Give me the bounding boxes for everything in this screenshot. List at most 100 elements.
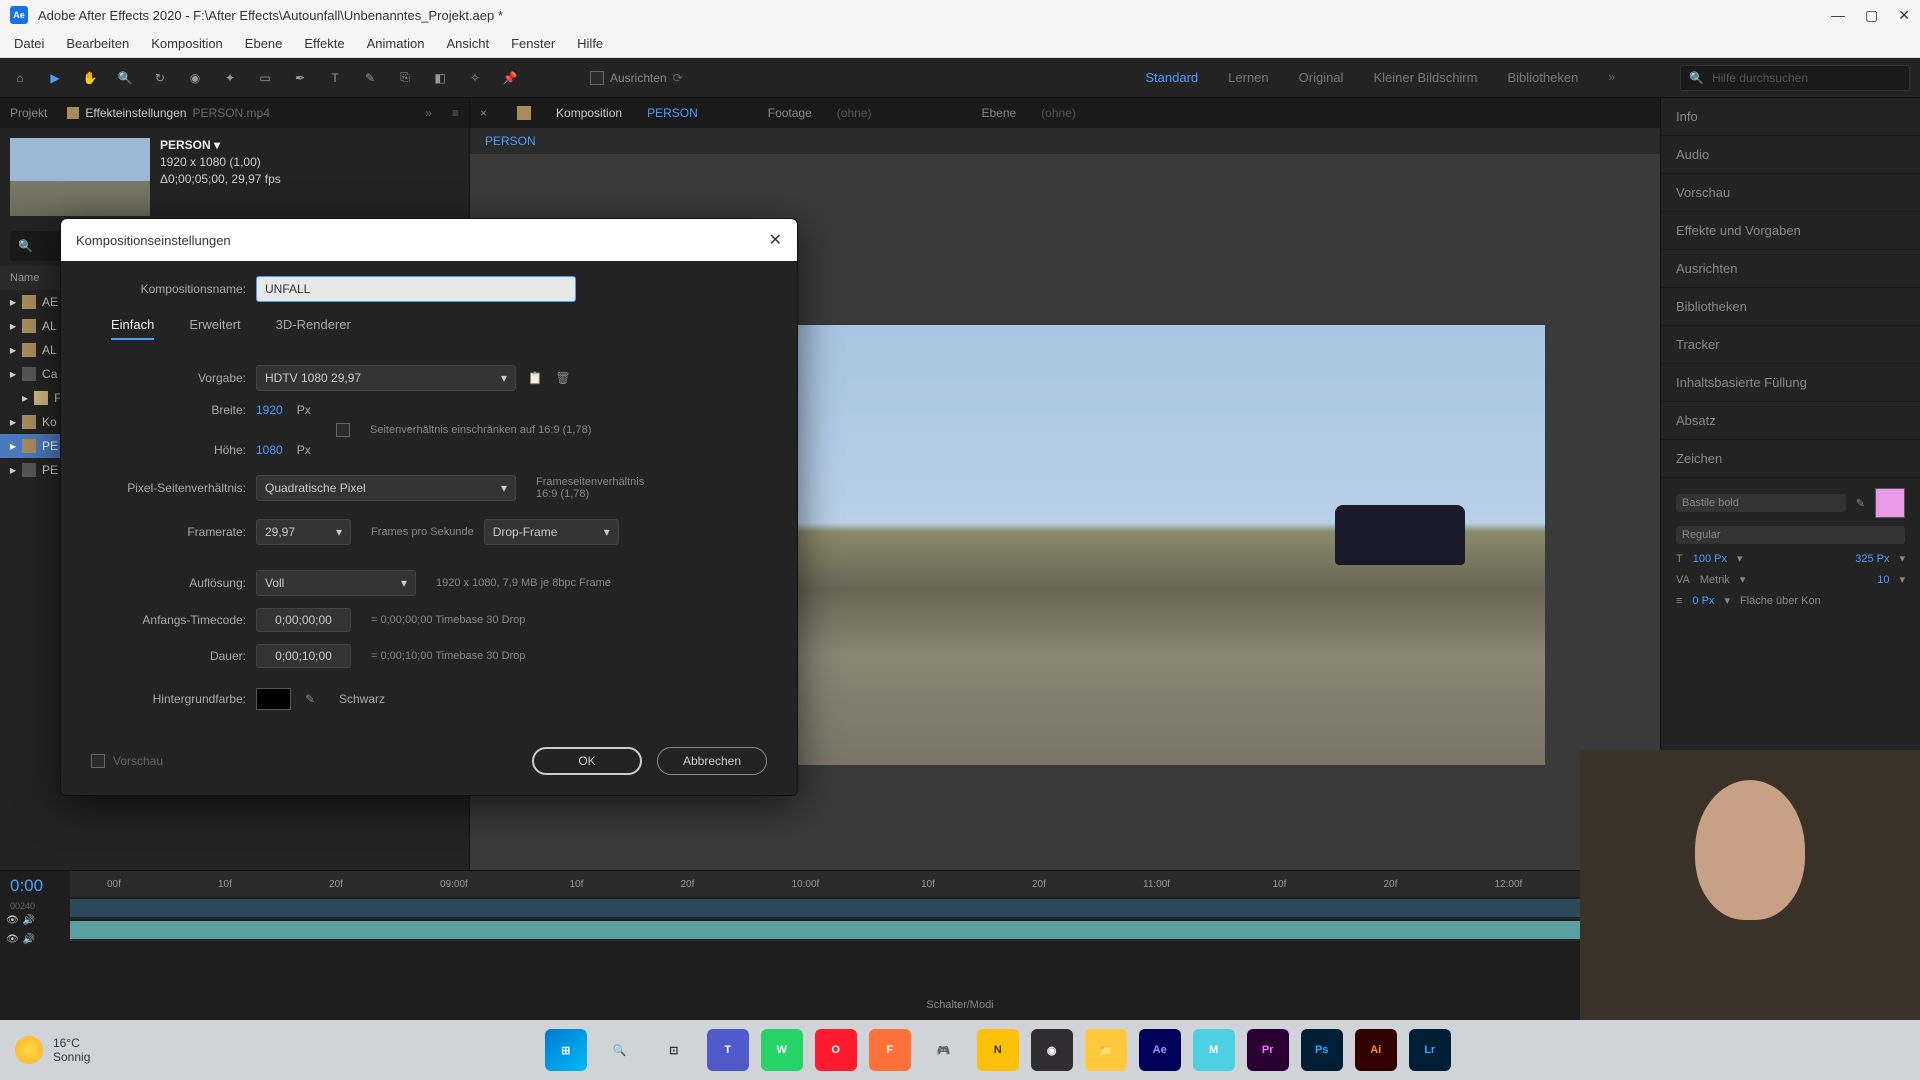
weather-widget[interactable]: 16°C Sonnig: [15, 1036, 90, 1064]
tab-project[interactable]: Projekt: [10, 106, 47, 120]
menu-bearbeiten[interactable]: Bearbeiten: [56, 32, 139, 55]
tab-effects[interactable]: Effekteinstellungen: [85, 106, 186, 120]
cancel-button[interactable]: Abbrechen: [657, 747, 767, 775]
roto-tool-icon[interactable]: ✧: [465, 68, 485, 88]
pen-tool-icon[interactable]: ✒: [290, 68, 310, 88]
panel-effekte[interactable]: Effekte und Vorgaben: [1661, 212, 1920, 250]
dropframe-dropdown[interactable]: Drop-Frame▾: [484, 519, 619, 545]
help-search[interactable]: 🔍 Hilfe durchsuchen: [1680, 65, 1910, 91]
duration-input[interactable]: 0;00;10;00: [256, 644, 351, 668]
menu-animation[interactable]: Animation: [357, 32, 435, 55]
menu-datei[interactable]: Datei: [4, 32, 54, 55]
eyedropper-icon[interactable]: ✎: [301, 690, 319, 708]
menu-hilfe[interactable]: Hilfe: [567, 32, 613, 55]
panel-bibliotheken[interactable]: Bibliotheken: [1661, 288, 1920, 326]
comp-tab-label[interactable]: Komposition: [556, 106, 622, 120]
whatsapp-icon[interactable]: W: [761, 1029, 803, 1071]
audio-icon[interactable]: 🔊: [23, 934, 35, 945]
stroke-width[interactable]: 0 Px: [1692, 595, 1714, 607]
style-dropdown[interactable]: Regular: [1676, 526, 1905, 544]
anchor-tool-icon[interactable]: ✦: [220, 68, 240, 88]
shape-tool-icon[interactable]: ▭: [255, 68, 275, 88]
panel-ausrichten[interactable]: Ausrichten: [1661, 250, 1920, 288]
menu-komposition[interactable]: Komposition: [141, 32, 233, 55]
firefox-icon[interactable]: F: [869, 1029, 911, 1071]
fill-color-swatch[interactable]: [1875, 488, 1905, 518]
preset-dropdown[interactable]: HDTV 1080 29,97▾: [256, 365, 516, 391]
illustrator-icon[interactable]: Ai: [1355, 1029, 1397, 1071]
brush-tool-icon[interactable]: ✎: [360, 68, 380, 88]
eyedropper-icon[interactable]: ✎: [1856, 497, 1865, 510]
panel-zeichen[interactable]: Zeichen: [1661, 440, 1920, 478]
tab-3d-renderer[interactable]: 3D-Renderer: [276, 317, 351, 340]
panel-absatz[interactable]: Absatz: [1661, 402, 1920, 440]
ok-button[interactable]: OK: [532, 747, 642, 775]
switches-label[interactable]: Schalter/Modi: [926, 999, 993, 1011]
hand-tool-icon[interactable]: ✋: [80, 68, 100, 88]
tracking-value[interactable]: 10: [1877, 574, 1889, 586]
align-checkbox[interactable]: [590, 71, 604, 85]
project-thumbnail[interactable]: [10, 138, 150, 216]
maximize-button[interactable]: ▢: [1865, 7, 1878, 24]
fill-over-stroke[interactable]: Fläche über Kon: [1740, 595, 1821, 607]
explorer-icon[interactable]: 📁: [1085, 1029, 1127, 1071]
menu-effekte[interactable]: Effekte: [294, 32, 354, 55]
panel-info[interactable]: Info: [1661, 98, 1920, 136]
visibility-icon[interactable]: 👁: [6, 915, 19, 926]
teams-icon[interactable]: T: [707, 1029, 749, 1071]
selection-tool-icon[interactable]: ▶: [45, 68, 65, 88]
bg-color-swatch[interactable]: [256, 688, 291, 710]
zoom-tool-icon[interactable]: 🔍: [115, 68, 135, 88]
panel-audio[interactable]: Audio: [1661, 136, 1920, 174]
home-icon[interactable]: ⌂: [10, 68, 30, 88]
menu-ansicht[interactable]: Ansicht: [436, 32, 499, 55]
footage-tab[interactable]: Footage: [768, 106, 812, 120]
height-input[interactable]: 1080: [256, 443, 283, 457]
obs-icon[interactable]: ◉: [1031, 1029, 1073, 1071]
comp-name-input[interactable]: [256, 276, 576, 302]
puppet-tool-icon[interactable]: 📌: [500, 68, 520, 88]
framerate-dropdown[interactable]: 29,97▾: [256, 519, 351, 545]
eraser-tool-icon[interactable]: ◧: [430, 68, 450, 88]
opera-icon[interactable]: O: [815, 1029, 857, 1071]
clone-tool-icon[interactable]: ⎘: [395, 68, 415, 88]
comp-breadcrumb[interactable]: PERSON: [470, 128, 1660, 154]
comp-tab-name[interactable]: PERSON: [647, 106, 698, 120]
preview-checkbox[interactable]: [91, 754, 105, 768]
comp-tab-close[interactable]: ×: [480, 106, 487, 120]
task-view-button[interactable]: ⊡: [653, 1029, 695, 1071]
panel-fuellung[interactable]: Inhaltsbasierte Füllung: [1661, 364, 1920, 402]
asset-name[interactable]: PERSON ▾: [160, 138, 281, 152]
menu-ebene[interactable]: Ebene: [235, 32, 293, 55]
panel-vorschau[interactable]: Vorschau: [1661, 174, 1920, 212]
premiere-icon[interactable]: Pr: [1247, 1029, 1289, 1071]
workspace-bibliotheken[interactable]: Bibliotheken: [1507, 70, 1578, 85]
search-button[interactable]: 🔍: [599, 1029, 641, 1071]
dialog-close-button[interactable]: ✕: [769, 230, 782, 250]
visibility-icon[interactable]: 👁: [6, 934, 19, 945]
font-dropdown[interactable]: Bastile bold: [1676, 494, 1846, 512]
kerning-dropdown[interactable]: Metrik: [1700, 574, 1730, 586]
width-input[interactable]: 1920: [256, 403, 283, 417]
font-size[interactable]: 100 Px: [1693, 553, 1727, 565]
pixel-aspect-dropdown[interactable]: Quadratische Pixel▾: [256, 475, 516, 501]
minimize-button[interactable]: —: [1831, 7, 1845, 24]
resolution-dropdown[interactable]: Voll▾: [256, 570, 416, 596]
app-icon[interactable]: 🎮: [923, 1029, 965, 1071]
after-effects-icon[interactable]: Ae: [1139, 1029, 1181, 1071]
workspace-kleiner[interactable]: Kleiner Bildschirm: [1373, 70, 1477, 85]
save-preset-icon[interactable]: 📋: [526, 369, 544, 387]
close-button[interactable]: ✕: [1898, 7, 1910, 24]
photoshop-icon[interactable]: Ps: [1301, 1029, 1343, 1071]
app-icon[interactable]: M: [1193, 1029, 1235, 1071]
camera-tool-icon[interactable]: ◉: [185, 68, 205, 88]
app-icon[interactable]: N: [977, 1029, 1019, 1071]
start-button[interactable]: ⊞: [545, 1029, 587, 1071]
delete-preset-icon[interactable]: 🗑: [554, 369, 572, 387]
workspace-lernen[interactable]: Lernen: [1228, 70, 1268, 85]
lightroom-icon[interactable]: Lr: [1409, 1029, 1451, 1071]
rotate-tool-icon[interactable]: ↻: [150, 68, 170, 88]
workspace-original[interactable]: Original: [1299, 70, 1344, 85]
text-tool-icon[interactable]: T: [325, 68, 345, 88]
tab-erweitert[interactable]: Erweitert: [189, 317, 240, 340]
